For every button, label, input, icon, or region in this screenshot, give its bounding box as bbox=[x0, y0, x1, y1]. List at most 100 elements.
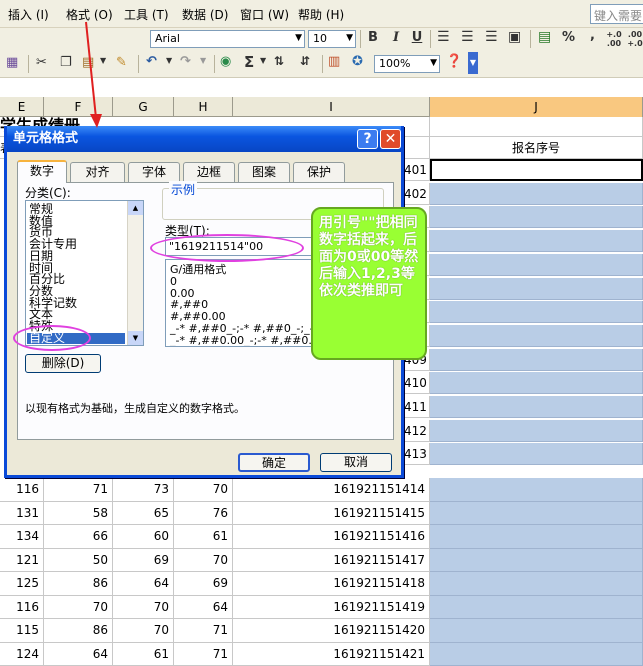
cell[interactable]: 121 bbox=[0, 548, 44, 572]
selected-cell[interactable] bbox=[430, 419, 643, 442]
selected-cell[interactable] bbox=[430, 525, 643, 549]
scroll-up-icon[interactable]: ▲ bbox=[128, 201, 143, 215]
cell[interactable]: 64 bbox=[44, 642, 113, 666]
currency-icon[interactable]: ▤ bbox=[538, 29, 551, 45]
help-button[interactable]: ? bbox=[357, 129, 378, 149]
research-icon[interactable]: ▦ bbox=[6, 55, 18, 70]
cell[interactable]: 125 bbox=[0, 572, 44, 596]
cell[interactable]: 60 bbox=[113, 525, 174, 549]
cell[interactable]: 61 bbox=[113, 642, 174, 666]
cell[interactable]: 116 bbox=[0, 478, 44, 502]
selected-cell[interactable] bbox=[430, 396, 643, 418]
cell[interactable]: 58 bbox=[44, 501, 113, 525]
tab-font[interactable]: 字体 bbox=[128, 162, 180, 182]
cut-icon[interactable]: ✂ bbox=[36, 55, 47, 70]
menu-help[interactable]: 帮助 (H) bbox=[298, 6, 344, 23]
format-item[interactable]: G/通用格式 bbox=[170, 264, 226, 276]
help-search-input[interactable]: 键入需要 bbox=[590, 4, 643, 24]
cell[interactable]: 70 bbox=[113, 595, 174, 619]
selected-cell[interactable] bbox=[430, 595, 643, 619]
comma-button[interactable]: , bbox=[590, 28, 595, 43]
selected-cell[interactable] bbox=[430, 501, 643, 525]
menu-window[interactable]: 窗口 (W) bbox=[240, 6, 289, 23]
cell[interactable]: 64 bbox=[174, 595, 233, 619]
cell[interactable]: 71 bbox=[174, 642, 233, 666]
cell[interactable]: 161921151420 bbox=[233, 619, 430, 643]
selected-cell[interactable] bbox=[430, 372, 643, 395]
merge-center-icon[interactable]: ▣ bbox=[508, 29, 521, 45]
zoom-select[interactable]: 100% ▼ bbox=[374, 55, 440, 73]
selected-cell[interactable] bbox=[430, 324, 643, 347]
cell[interactable]: 65 bbox=[113, 501, 174, 525]
toolbar-options-icon[interactable]: ▼ bbox=[468, 52, 478, 74]
category-scrollbar[interactable]: ▲ ▼ bbox=[127, 201, 143, 345]
selected-cell[interactable] bbox=[430, 277, 643, 300]
cancel-button[interactable]: 取消 bbox=[320, 453, 392, 472]
tab-protection[interactable]: 保护 bbox=[293, 162, 345, 182]
cell[interactable] bbox=[430, 117, 643, 137]
selected-cell[interactable] bbox=[430, 548, 643, 572]
cell[interactable]: 115 bbox=[0, 619, 44, 643]
cell[interactable]: 401 bbox=[404, 159, 430, 181]
cell[interactable]: 161921151415 bbox=[233, 501, 430, 525]
cell[interactable]: 161921151418 bbox=[233, 572, 430, 596]
drawing-icon[interactable]: ✪ bbox=[352, 54, 363, 69]
cell[interactable]: 410 bbox=[404, 372, 430, 395]
cell[interactable]: 70 bbox=[44, 595, 113, 619]
cell[interactable]: 69 bbox=[174, 572, 233, 596]
help-icon[interactable]: ❓ bbox=[446, 54, 462, 69]
tab-number[interactable]: 数字 bbox=[17, 160, 67, 183]
cell[interactable]: 412 bbox=[404, 419, 430, 442]
cell[interactable]: 66 bbox=[44, 525, 113, 549]
cell[interactable]: 411 bbox=[404, 396, 430, 418]
cell[interactable]: 161921151417 bbox=[233, 548, 430, 572]
italic-button[interactable]: I bbox=[389, 30, 403, 45]
cell[interactable]: 76 bbox=[174, 501, 233, 525]
menu-insert[interactable]: 插入 (I) bbox=[8, 6, 49, 23]
cell[interactable]: 69 bbox=[113, 548, 174, 572]
column-header-e[interactable]: E bbox=[0, 97, 44, 117]
format-item[interactable]: 0 bbox=[170, 276, 177, 288]
redo-icon[interactable]: ↷ bbox=[180, 54, 191, 69]
delete-button[interactable]: 删除(D) bbox=[25, 354, 101, 373]
selected-cell[interactable] bbox=[430, 619, 643, 643]
copy-icon[interactable]: ❐ bbox=[60, 55, 72, 70]
format-painter-icon[interactable]: ✎ bbox=[116, 55, 127, 70]
underline-button[interactable]: U bbox=[410, 30, 424, 45]
cell[interactable]: 134 bbox=[0, 525, 44, 549]
chart-wizard-icon[interactable]: ▥ bbox=[328, 54, 340, 69]
close-button[interactable]: ✕ bbox=[380, 129, 401, 149]
selected-cell[interactable] bbox=[430, 253, 643, 276]
category-list[interactable]: ▲ ▼ 常规 数值 货币 会计专用 日期 时间 百分比 分数 科学记数 文本 特殊 自定义 bbox=[25, 200, 144, 346]
sort-ascending-icon[interactable]: ⇅ bbox=[274, 54, 284, 68]
selected-cell[interactable] bbox=[430, 572, 643, 596]
tab-border[interactable]: 边框 bbox=[183, 162, 235, 182]
cell[interactable]: 413 bbox=[404, 443, 430, 466]
j-header-cell[interactable]: 报名序号 bbox=[430, 137, 643, 159]
selected-cell[interactable] bbox=[430, 230, 643, 253]
chevron-down-icon[interactable]: ▼ bbox=[200, 56, 206, 65]
cell[interactable]: 131 bbox=[0, 501, 44, 525]
cell[interactable]: 402 bbox=[404, 182, 430, 205]
cell[interactable]: 86 bbox=[44, 572, 113, 596]
autosum-button[interactable]: Σ bbox=[244, 53, 254, 71]
cell[interactable]: 161921151416 bbox=[233, 525, 430, 549]
ok-button[interactable]: 确定 bbox=[238, 453, 310, 472]
column-header-h[interactable]: H bbox=[174, 97, 233, 117]
undo-icon[interactable]: ↶ bbox=[146, 54, 157, 69]
column-header-j[interactable]: J bbox=[430, 97, 643, 117]
cell[interactable]: 70 bbox=[174, 478, 233, 502]
selected-cell[interactable] bbox=[430, 301, 643, 324]
font-name-select[interactable]: Arial ▼ bbox=[150, 30, 305, 48]
cell[interactable]: 161921151421 bbox=[233, 642, 430, 666]
font-size-select[interactable]: 10 ▼ bbox=[308, 30, 356, 48]
percent-button[interactable]: % bbox=[562, 30, 575, 45]
menu-tools[interactable]: 工具 (T) bbox=[124, 6, 169, 23]
menu-data[interactable]: 数据 (D) bbox=[182, 6, 228, 23]
selected-cell[interactable] bbox=[430, 478, 643, 502]
scroll-down-icon[interactable]: ▼ bbox=[128, 331, 143, 345]
cell[interactable]: 73 bbox=[113, 478, 174, 502]
sort-descending-icon[interactable]: ⇵ bbox=[300, 54, 310, 68]
selected-cell[interactable] bbox=[430, 182, 643, 205]
align-left-icon[interactable]: ☰ bbox=[437, 29, 450, 45]
